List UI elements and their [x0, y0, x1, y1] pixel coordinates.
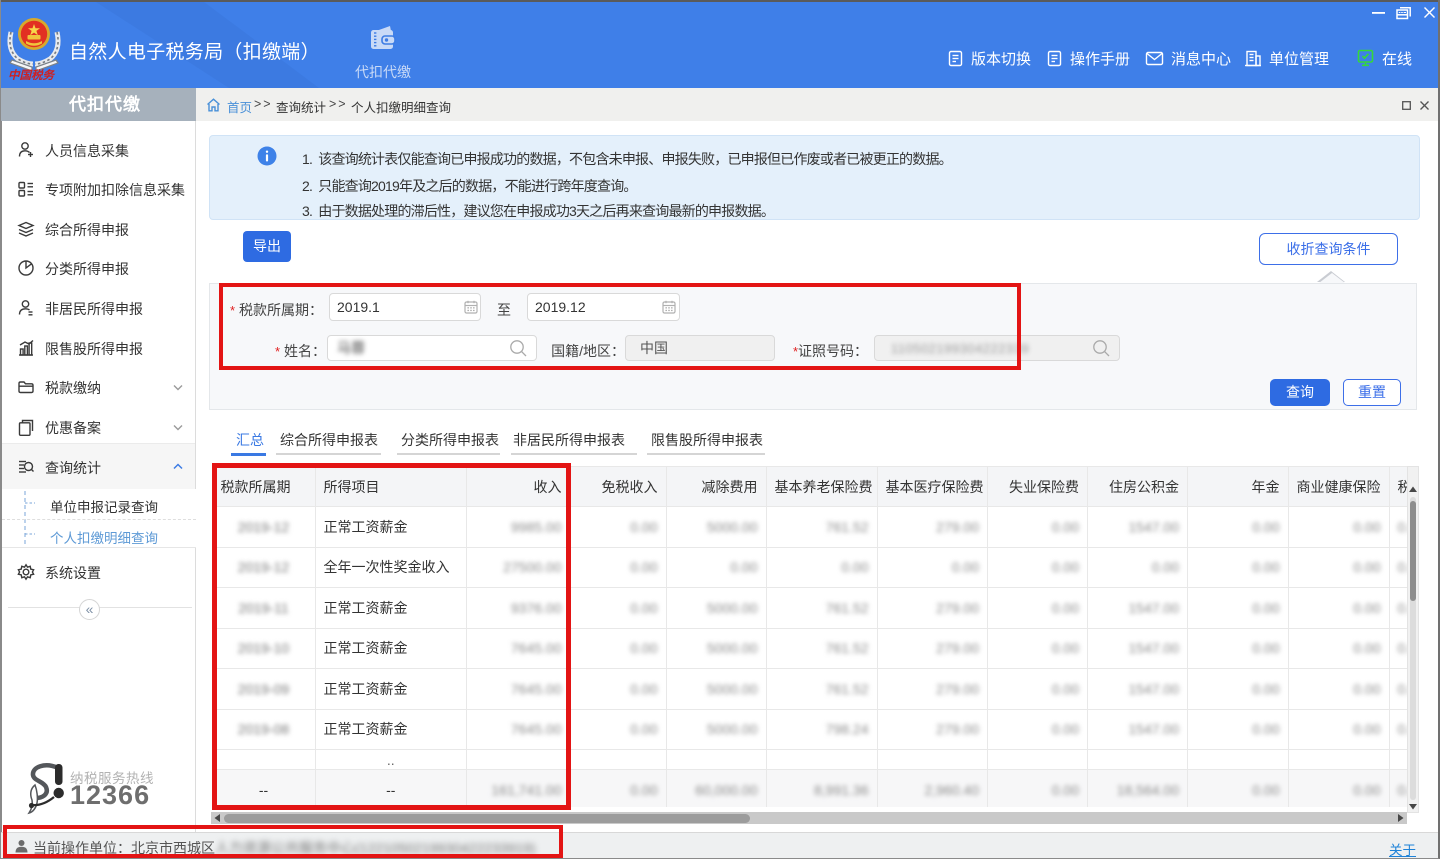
svg-text:中国税务: 中国税务	[8, 69, 55, 80]
